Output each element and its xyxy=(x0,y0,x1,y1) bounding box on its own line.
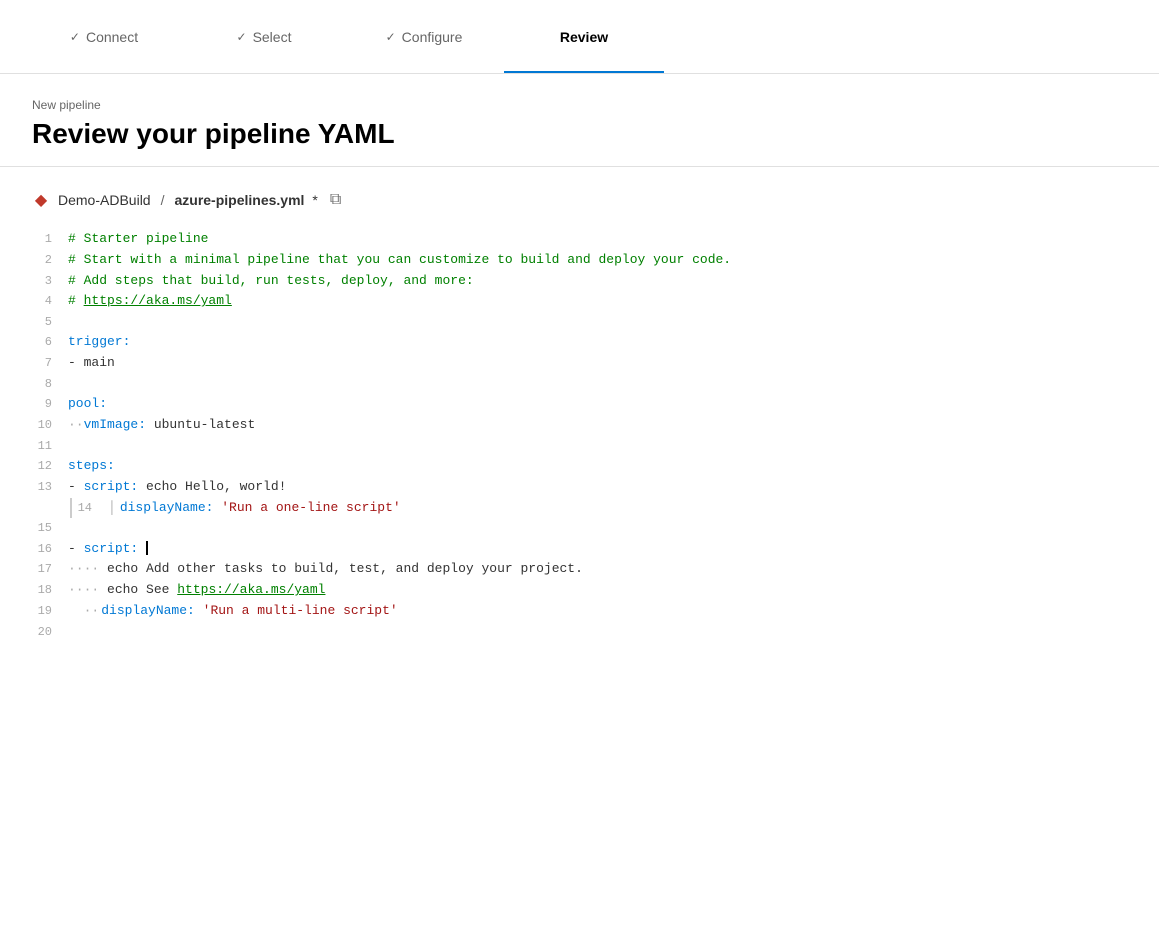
step-label-configure: Configure xyxy=(402,29,463,45)
line-num-16: 16 xyxy=(32,539,68,559)
code-line-5: 5 xyxy=(32,312,1127,332)
line-num-10: 10 xyxy=(32,415,68,435)
step-configure[interactable]: ✓ Configure xyxy=(344,0,504,73)
file-name: azure-pipelines.yml xyxy=(174,192,304,208)
line-num-17: 17 xyxy=(32,559,68,579)
code-line-17: 17 ···· echo Add other tasks to build, t… xyxy=(32,559,1127,580)
code-line-8: 8 xyxy=(32,374,1127,394)
step-label-review: Review xyxy=(560,29,608,45)
code-editor[interactable]: 1 # Starter pipeline 2 # Start with a mi… xyxy=(32,229,1127,642)
step-underline-connect xyxy=(24,71,184,73)
check-icon-connect: ✓ xyxy=(70,30,80,44)
page-header: New pipeline Review your pipeline YAML xyxy=(0,74,1159,167)
step-underline-select xyxy=(184,71,344,73)
line-content-14: │displayName: 'Run a one-line script' xyxy=(108,498,1127,519)
code-line-9: 9 pool: xyxy=(32,394,1127,415)
copy-icon[interactable]: ⧉ xyxy=(330,191,341,209)
line-num-5: 5 xyxy=(32,312,68,332)
check-icon-configure: ✓ xyxy=(386,30,396,44)
line-num-11: 11 xyxy=(32,436,68,456)
code-line-10: 10 ··vmImage: ubuntu-latest xyxy=(32,415,1127,436)
line-num-18: 18 xyxy=(32,580,68,600)
line-content-3: # Add steps that build, run tests, deplo… xyxy=(68,271,1127,292)
line-num-6: 6 xyxy=(32,332,68,352)
page-title: Review your pipeline YAML xyxy=(32,118,1127,150)
code-line-16: 16 - script: xyxy=(32,539,1127,560)
line-content-13: - script: echo Hello, world! xyxy=(68,477,1127,498)
code-line-19: 19 ··displayName: 'Run a multi-line scri… xyxy=(32,601,1127,622)
line-num-2: 2 xyxy=(32,250,68,270)
line-content-10: ··vmImage: ubuntu-latest xyxy=(68,415,1127,436)
code-line-7: 7 - main xyxy=(32,353,1127,374)
code-line-11: 11 xyxy=(32,436,1127,456)
code-line-4: 4 # https://aka.ms/yaml xyxy=(32,291,1127,312)
line-num-15: 15 xyxy=(32,518,68,538)
code-line-13: 13 - script: echo Hello, world! xyxy=(32,477,1127,498)
line-num-12: 12 xyxy=(32,456,68,476)
line-num-19: 19 xyxy=(32,601,68,621)
breadcrumb: New pipeline xyxy=(32,98,1127,112)
code-line-15: 15 xyxy=(32,518,1127,538)
step-underline-review xyxy=(504,71,664,73)
check-icon-select: ✓ xyxy=(237,30,247,44)
line-num-9: 9 xyxy=(32,394,68,414)
line-num-1: 1 xyxy=(32,229,68,249)
line-num-7: 7 xyxy=(32,353,68,373)
line-num-8: 8 xyxy=(32,374,68,394)
modified-indicator: * xyxy=(312,192,317,208)
step-label-connect: Connect xyxy=(86,29,138,45)
code-line-12: 12 steps: xyxy=(32,456,1127,477)
line-num-14: 14 xyxy=(72,498,108,518)
line-content-4: # https://aka.ms/yaml xyxy=(68,291,1127,312)
line-num-20: 20 xyxy=(32,622,68,642)
code-line-1: 1 # Starter pipeline xyxy=(32,229,1127,250)
line-content-16: - script: xyxy=(68,539,1127,560)
step-review[interactable]: Review xyxy=(504,0,664,73)
step-select[interactable]: ✓ Select xyxy=(184,0,344,73)
code-line-2: 2 # Start with a minimal pipeline that y… xyxy=(32,250,1127,271)
line-content-18: ···· echo See https://aka.ms/yaml xyxy=(68,580,1127,601)
step-underline-configure xyxy=(344,71,504,73)
line-content-12: steps: xyxy=(68,456,1127,477)
code-line-20: 20 xyxy=(32,622,1127,642)
main-content: ◆ Demo-ADBuild / azure-pipelines.yml * ⧉… xyxy=(0,167,1159,666)
line-content-6: trigger: xyxy=(68,332,1127,353)
line-num-13: 13 xyxy=(32,477,68,497)
line-num-4: 4 xyxy=(32,291,68,311)
repo-name: Demo-ADBuild xyxy=(58,192,151,208)
repo-icon: ◆ xyxy=(32,191,50,209)
code-line-6: 6 trigger: xyxy=(32,332,1127,353)
line-content-17: ···· echo Add other tasks to build, test… xyxy=(68,559,1127,580)
path-separator: / xyxy=(161,192,165,208)
line-num-3: 3 xyxy=(32,271,68,291)
step-label-select: Select xyxy=(253,29,292,45)
file-header: ◆ Demo-ADBuild / azure-pipelines.yml * ⧉ xyxy=(32,191,1127,209)
code-line-3: 3 # Add steps that build, run tests, dep… xyxy=(32,271,1127,292)
wizard-steps: ✓ Connect ✓ Select ✓ Configure Review xyxy=(0,0,1159,74)
link-aka-ms-yaml-1[interactable]: https://aka.ms/yaml xyxy=(84,293,232,308)
line-content-2: # Start with a minimal pipeline that you… xyxy=(68,250,1127,271)
line-content-19: ··displayName: 'Run a multi-line script' xyxy=(68,601,1127,622)
line-content-1: # Starter pipeline xyxy=(68,229,1127,250)
step-connect[interactable]: ✓ Connect xyxy=(24,0,184,73)
link-aka-ms-yaml-2[interactable]: https://aka.ms/yaml xyxy=(177,582,325,597)
code-line-18: 18 ···· echo See https://aka.ms/yaml xyxy=(32,580,1127,601)
code-line-14: 14 │displayName: 'Run a one-line script' xyxy=(70,498,1127,519)
line-content-7: - main xyxy=(68,353,1127,374)
line-content-9: pool: xyxy=(68,394,1127,415)
